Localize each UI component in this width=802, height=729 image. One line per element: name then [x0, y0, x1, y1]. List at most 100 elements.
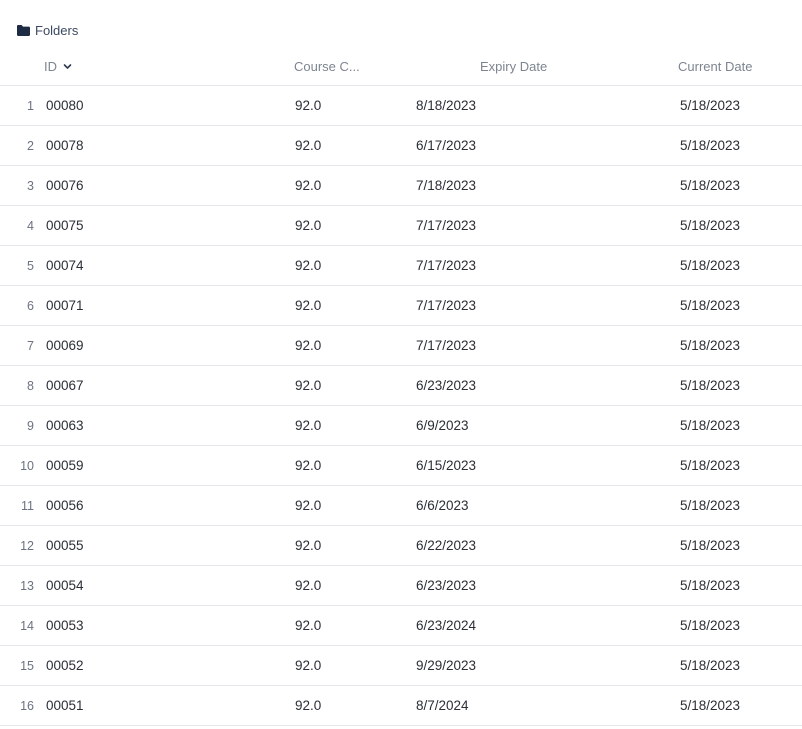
folders-label: Folders [35, 22, 79, 38]
table-header: ID Course C... Expiry Date Current Date [0, 52, 802, 86]
table-row[interactable]: 2 00078 92.0 6/17/2023 5/18/2023 [0, 126, 802, 166]
row-number: 5 [27, 259, 34, 273]
cell-course: 92.0 [295, 538, 322, 553]
cell-expiry-date: 8/18/2023 [416, 98, 477, 113]
cell-id: 00059 [46, 458, 84, 473]
cell-current-date: 5/18/2023 [680, 178, 741, 193]
cell-expiry-date: 8/7/2024 [416, 698, 469, 713]
table-row[interactable]: 4 00075 92.0 7/17/2023 5/18/2023 [0, 206, 802, 246]
chevron-down-icon [63, 63, 72, 69]
cell-expiry-date: 9/29/2023 [416, 658, 477, 673]
cell-course: 92.0 [295, 498, 322, 513]
cell-id: 00074 [46, 258, 84, 273]
cell-expiry-date: 6/17/2023 [416, 138, 477, 153]
table-row[interactable]: 12 00055 92.0 6/22/2023 5/18/2023 [0, 526, 802, 566]
cell-expiry-date: 6/23/2024 [416, 618, 477, 633]
table-row[interactable]: 8 00067 92.0 6/23/2023 5/18/2023 [0, 366, 802, 406]
row-number: 15 [20, 659, 34, 673]
row-number: 3 [27, 179, 34, 193]
cell-current-date: 5/18/2023 [680, 578, 741, 593]
cell-course: 92.0 [295, 298, 322, 313]
cell-id: 00080 [46, 98, 84, 113]
table-row[interactable]: 11 00056 92.0 6/6/2023 5/18/2023 [0, 486, 802, 526]
table-row[interactable]: 1 00080 92.0 8/18/2023 5/18/2023 [0, 86, 802, 126]
table-row[interactable]: 7 00069 92.0 7/17/2023 5/18/2023 [0, 326, 802, 366]
cell-id: 00063 [46, 418, 84, 433]
cell-course: 92.0 [295, 338, 322, 353]
cell-course: 92.0 [295, 178, 322, 193]
cell-id: 00054 [46, 578, 84, 593]
cell-expiry-date: 7/17/2023 [416, 338, 477, 353]
cell-current-date: 5/18/2023 [680, 298, 741, 313]
cell-current-date: 5/18/2023 [680, 538, 741, 553]
row-number: 14 [20, 619, 34, 633]
cell-id: 00076 [46, 178, 84, 193]
column-header-current-date[interactable]: Current Date [678, 52, 752, 80]
cell-id: 00069 [46, 338, 84, 353]
table-row[interactable]: 16 00051 92.0 8/7/2024 5/18/2023 [0, 686, 802, 726]
cell-course: 92.0 [295, 698, 322, 713]
column-header-current-label: Current Date [678, 58, 753, 74]
cell-course: 92.0 [295, 458, 322, 473]
row-number: 9 [27, 419, 34, 433]
cell-current-date: 5/18/2023 [680, 698, 741, 713]
cell-id: 00075 [46, 218, 84, 233]
row-number: 10 [20, 459, 34, 473]
cell-course: 92.0 [295, 218, 322, 233]
cell-current-date: 5/18/2023 [680, 498, 741, 513]
cell-course: 92.0 [295, 138, 322, 153]
cell-id: 00055 [46, 538, 84, 553]
cell-course: 92.0 [295, 578, 322, 593]
row-number: 6 [27, 299, 34, 313]
table-row[interactable]: 5 00074 92.0 7/17/2023 5/18/2023 [0, 246, 802, 286]
cell-expiry-date: 6/22/2023 [416, 538, 477, 553]
column-header-expiry-date[interactable]: Expiry Date [480, 52, 547, 80]
cell-id: 00052 [46, 658, 84, 673]
row-number: 2 [27, 139, 34, 153]
cell-current-date: 5/18/2023 [680, 458, 741, 473]
cell-course: 92.0 [295, 378, 322, 393]
row-number: 16 [20, 699, 34, 713]
table-row[interactable]: 6 00071 92.0 7/17/2023 5/18/2023 [0, 286, 802, 326]
cell-id: 00053 [46, 618, 84, 633]
cell-expiry-date: 6/9/2023 [416, 418, 469, 433]
cell-course: 92.0 [295, 418, 322, 433]
cell-course: 92.0 [295, 98, 322, 113]
table-row[interactable]: 10 00059 92.0 6/15/2023 5/18/2023 [0, 446, 802, 486]
cell-course: 92.0 [295, 618, 322, 633]
row-number: 4 [27, 219, 34, 233]
column-header-id-label: ID [44, 58, 57, 74]
table-body: 1 00080 92.0 8/18/2023 5/18/2023 2 00078 92.0 6/… [0, 86, 802, 726]
cell-expiry-date: 7/18/2023 [416, 178, 477, 193]
folders-link[interactable]: Folders [17, 20, 78, 40]
table-row[interactable]: 9 00063 92.0 6/9/2023 5/18/2023 [0, 406, 802, 446]
row-number: 8 [27, 379, 34, 393]
row-number: 12 [20, 539, 34, 553]
table-row[interactable]: 14 00053 92.0 6/23/2024 5/18/2023 [0, 606, 802, 646]
column-header-course[interactable]: Course C... [294, 52, 360, 80]
cell-expiry-date: 6/23/2023 [416, 378, 477, 393]
cell-id: 00078 [46, 138, 84, 153]
cell-current-date: 5/18/2023 [680, 338, 741, 353]
column-header-course-label: Course C... [294, 58, 360, 74]
cell-expiry-date: 6/23/2023 [416, 578, 477, 593]
cell-current-date: 5/18/2023 [680, 218, 741, 233]
row-number: 7 [27, 339, 34, 353]
cell-expiry-date: 7/17/2023 [416, 218, 477, 233]
table-row[interactable]: 15 00052 92.0 9/29/2023 5/18/2023 [0, 646, 802, 686]
cell-current-date: 5/18/2023 [680, 378, 741, 393]
folder-icon [17, 24, 30, 36]
row-number: 1 [27, 99, 34, 113]
cell-expiry-date: 6/15/2023 [416, 458, 477, 473]
cell-current-date: 5/18/2023 [680, 418, 741, 433]
cell-course: 92.0 [295, 658, 322, 673]
column-header-id[interactable]: ID [44, 52, 72, 80]
cell-course: 92.0 [295, 258, 322, 273]
cell-id: 00071 [46, 298, 84, 313]
cell-expiry-date: 7/17/2023 [416, 258, 477, 273]
cell-expiry-date: 6/6/2023 [416, 498, 469, 513]
table-row[interactable]: 13 00054 92.0 6/23/2023 5/18/2023 [0, 566, 802, 606]
column-header-expiry-label: Expiry Date [480, 58, 548, 74]
row-number: 13 [20, 579, 34, 593]
table-row[interactable]: 3 00076 92.0 7/18/2023 5/18/2023 [0, 166, 802, 206]
